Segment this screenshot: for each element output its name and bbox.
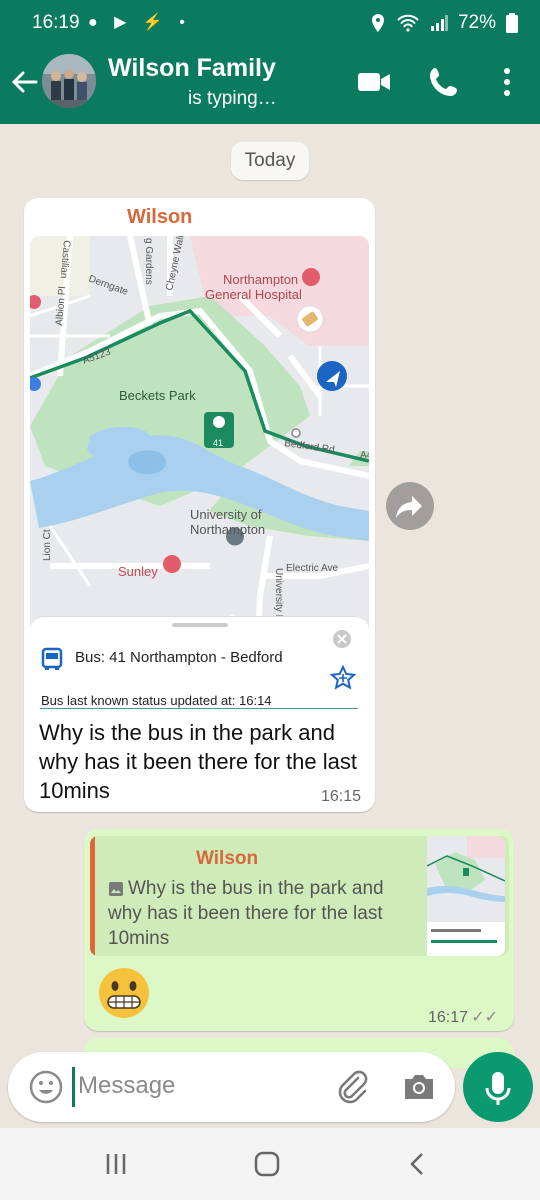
chat-title[interactable]: Wilson Family: [108, 54, 276, 83]
read-ticks-icon: ✓✓: [471, 1009, 498, 1026]
bus-name: Bus: 41 Northampton - Bedford: [75, 649, 283, 666]
map-label-electric-ave: Electric Ave: [286, 563, 338, 574]
battery-icon: [506, 13, 518, 33]
map-label-hotel: Sunley: [118, 564, 158, 579]
grimacing-emoji: [99, 968, 149, 1018]
recent-apps-icon[interactable]: [102, 1150, 130, 1178]
group-avatar[interactable]: [42, 54, 96, 108]
wifi-icon: [397, 14, 419, 32]
map-label-university-2: Northampton: [190, 522, 265, 537]
typing-indicator: is typing…: [188, 88, 277, 109]
signal-icon: [430, 15, 448, 31]
status-right: 72%: [370, 12, 518, 34]
quote-thumbnail: [427, 836, 505, 956]
video-call-icon[interactable]: [354, 62, 394, 102]
map-label-lion: Lion Ct: [42, 529, 53, 561]
card-divider: [40, 708, 358, 709]
emoji-icon[interactable]: [28, 1069, 64, 1105]
more-options-icon[interactable]: [487, 62, 527, 102]
home-icon[interactable]: [253, 1150, 281, 1178]
bus-status: Bus last known status updated at: 16:14: [41, 693, 272, 708]
camera-icon[interactable]: [401, 1069, 437, 1105]
map-label-hospital-1: Northampton: [223, 272, 298, 287]
map-bus-number: 41: [213, 438, 223, 448]
map-label-a4: A4: [360, 450, 369, 461]
thumbnail-map: [427, 836, 505, 956]
map-label-gardens: g Gardens: [143, 238, 154, 285]
star-add-icon[interactable]: [330, 665, 356, 691]
microphone-icon: [485, 1072, 511, 1105]
forward-icon: [396, 496, 422, 518]
map-label-university-1: University of: [190, 507, 262, 522]
map-label-hospital-2: General Hospital: [205, 287, 302, 302]
location-icon: [371, 14, 384, 32]
message-input[interactable]: Message: [78, 1072, 175, 1100]
quote-sender: Wilson: [196, 848, 259, 869]
quoted-message[interactable]: Wilson Why is the bus in the park and wh…: [90, 836, 509, 956]
avatar-photo: [42, 54, 96, 108]
back-nav-icon[interactable]: [404, 1150, 432, 1178]
date-chip: Today: [231, 142, 309, 180]
text-cursor: [72, 1067, 75, 1107]
bus-icon: [41, 647, 63, 670]
map-label-park: Beckets Park: [119, 388, 196, 403]
status-bar: 16:19 ● ▶ ⚡ • 72%: [0, 0, 540, 46]
close-icon[interactable]: [332, 629, 352, 649]
back-arrow-icon[interactable]: [8, 66, 40, 98]
message-composer[interactable]: Message: [8, 1052, 455, 1122]
voice-call-icon[interactable]: [424, 62, 464, 102]
drag-handle[interactable]: [172, 623, 228, 627]
notification-icons: ● ▶ ⚡ •: [88, 14, 191, 31]
chat-header: Wilson Family is typing…: [0, 46, 540, 124]
status-time: 16:19: [32, 12, 80, 33]
attach-icon[interactable]: [334, 1068, 370, 1104]
message-time: 16:15: [320, 788, 361, 805]
voice-message-button[interactable]: [463, 1052, 533, 1122]
chat-area[interactable]: Today Wilson Northampton General Hospita…: [0, 124, 540, 1128]
bus-info-card[interactable]: Bus: 41 Northampton - Bedford Bus last k…: [30, 616, 369, 709]
message-time: 16:17: [427, 1009, 468, 1026]
quote-bar: [90, 836, 95, 956]
message-sender: Wilson: [127, 206, 193, 228]
outgoing-message[interactable]: Wilson Why is the bus in the park and wh…: [84, 829, 514, 1031]
battery-percent: 72%: [457, 12, 496, 33]
message-text: Why is the bus in the park and why has i…: [39, 720, 357, 803]
system-nav-bar: [0, 1128, 540, 1200]
incoming-message[interactable]: Wilson Northampton General Hospital Beck…: [24, 198, 375, 812]
quote-text: Why is the bus in the park and why has i…: [108, 878, 384, 949]
forward-button[interactable]: [386, 482, 434, 530]
